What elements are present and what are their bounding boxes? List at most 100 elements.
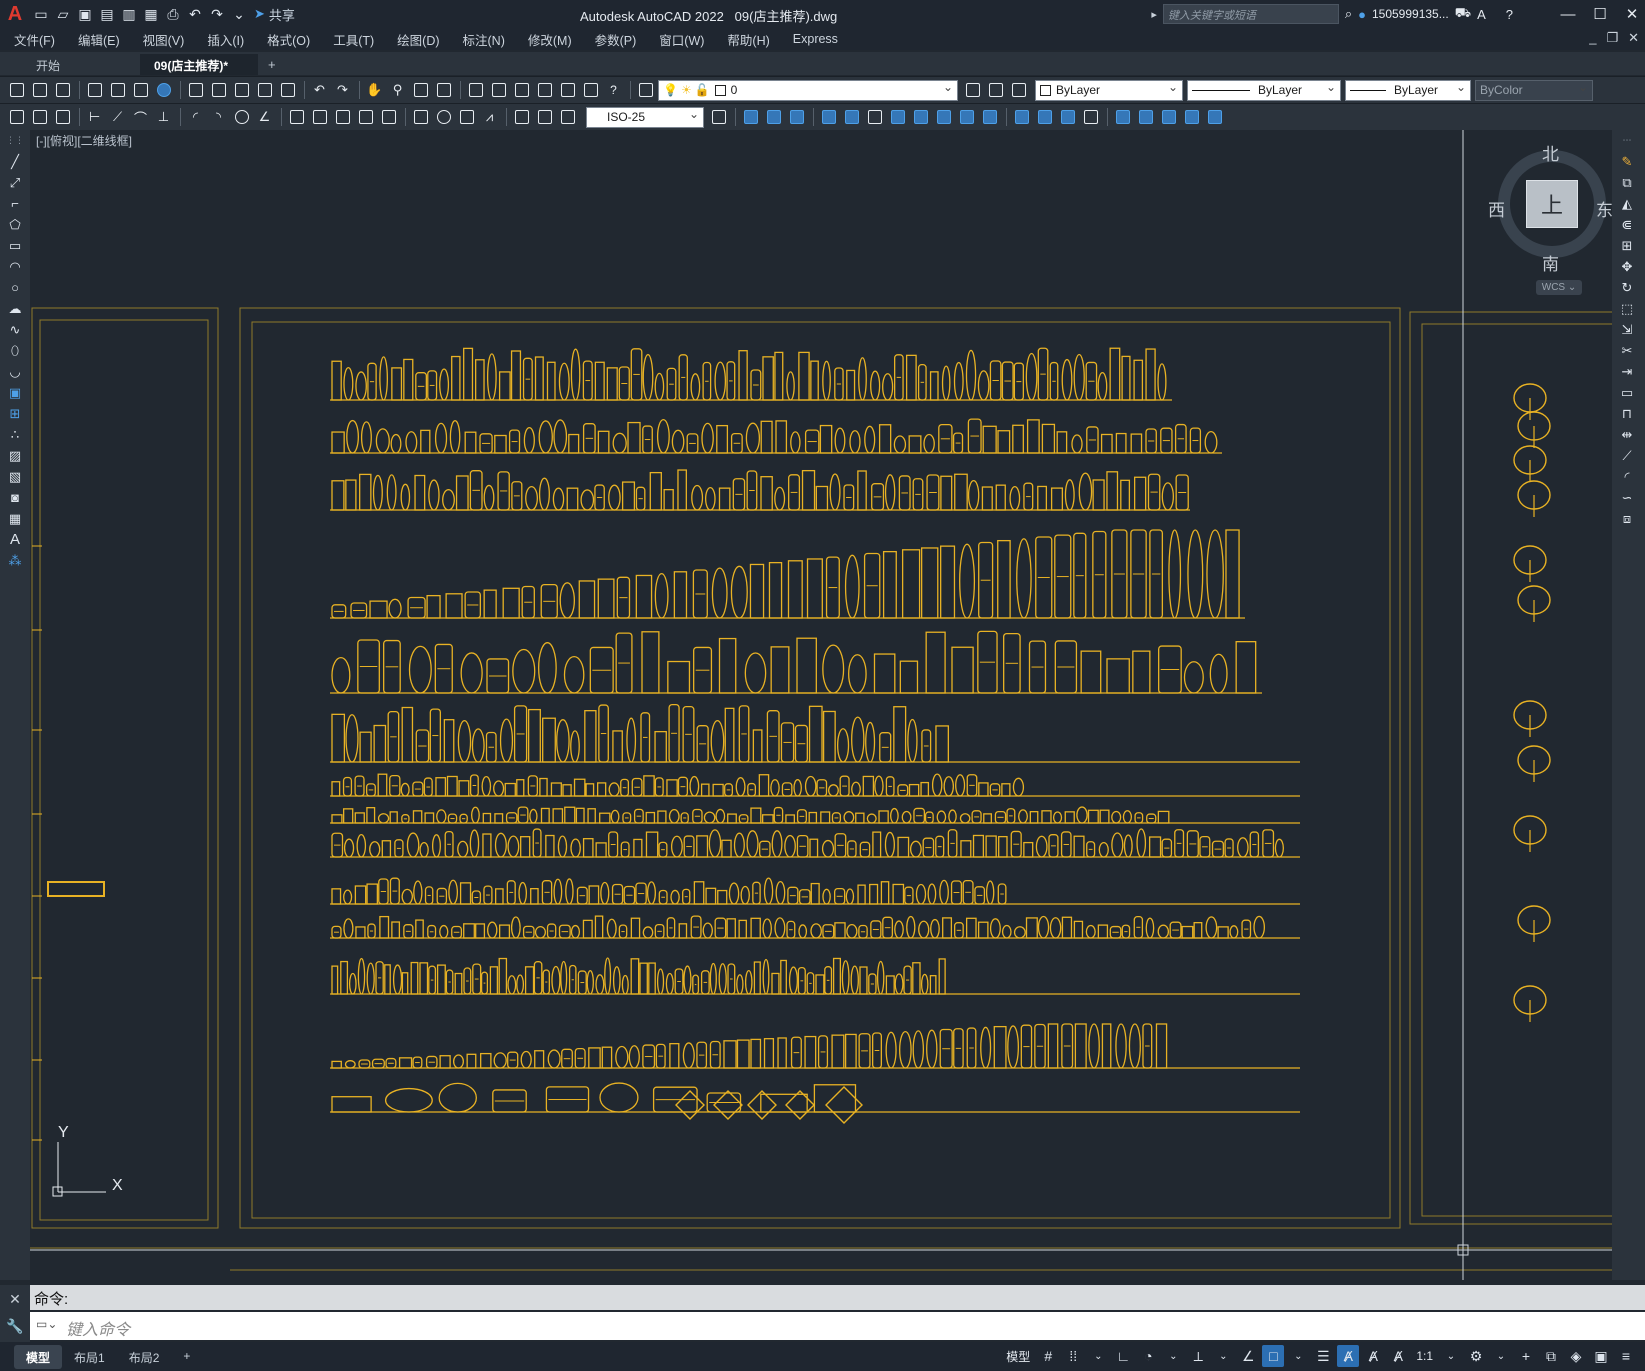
explode-icon[interactable]: ⧈	[1612, 508, 1642, 529]
annotation-visibility-icon[interactable]: Ⱥ	[1337, 1345, 1360, 1367]
command-line-handle[interactable]: ✕ 🔧	[0, 1285, 30, 1343]
dim-jogged-icon[interactable]: ◝	[208, 107, 229, 128]
save-as-icon[interactable]: ▤	[96, 4, 118, 24]
inspection-icon[interactable]	[456, 107, 477, 128]
3d-print-icon[interactable]	[153, 80, 174, 101]
user-icon[interactable]: ●	[1358, 7, 1366, 22]
chamfer-icon[interactable]: ⟋	[1612, 445, 1642, 466]
minimize-button[interactable]: —	[1555, 6, 1581, 23]
dim-space-icon[interactable]	[355, 107, 376, 128]
markup-icon[interactable]	[557, 80, 578, 101]
circle-icon[interactable]: ○	[0, 277, 30, 298]
rectangle-icon[interactable]: ▭	[0, 235, 30, 256]
menu-insert[interactable]: 插入(I)	[207, 30, 244, 49]
redo-icon[interactable]: ↷	[206, 4, 228, 24]
intersect-icon[interactable]	[933, 107, 954, 128]
plotstyle-select[interactable]: ByColor	[1475, 79, 1593, 101]
autocad-logo-icon[interactable]: A	[0, 0, 30, 28]
view-cube-face-top[interactable]: 上	[1526, 180, 1578, 228]
annotation-scale-menu-icon[interactable]: ⌄	[1440, 1345, 1462, 1367]
extrude-icon[interactable]	[818, 107, 839, 128]
union-icon[interactable]	[763, 107, 784, 128]
render-icon[interactable]	[1181, 107, 1202, 128]
maximize-button[interactable]: ☐	[1587, 5, 1613, 23]
command-input[interactable]: ▭⌄ 键入命令	[30, 1312, 1645, 1340]
polygon-icon[interactable]: ⬠	[0, 214, 30, 235]
toolbar-grip-icon[interactable]: ⋮⋮	[0, 130, 30, 151]
material-icon[interactable]	[1204, 107, 1225, 128]
dim-continue-icon[interactable]	[332, 107, 353, 128]
viewport-controls[interactable]: [-][俯视][二维线框]	[36, 132, 132, 149]
menu-express[interactable]: Express	[793, 32, 838, 46]
separate-icon[interactable]	[1080, 107, 1101, 128]
tab-document[interactable]: 09(店主推荐)* ✕	[140, 54, 258, 88]
quickcalc-icon[interactable]	[580, 80, 601, 101]
block-editor-icon[interactable]	[277, 80, 298, 101]
color-select[interactable]: ByLayer	[1035, 79, 1183, 101]
command-close-icon[interactable]: ✕	[0, 1291, 30, 1308]
blend-curves-icon[interactable]: ∽	[1612, 487, 1642, 508]
make-current-layer-icon[interactable]	[962, 80, 983, 101]
model-space-button[interactable]: 模型	[1002, 1348, 1034, 1365]
search-expand-icon[interactable]: ▸	[1151, 8, 1157, 21]
stretch-icon[interactable]: ⇲	[1612, 319, 1642, 340]
plus-icon[interactable]: +	[1515, 1345, 1537, 1367]
workspace-gear-icon[interactable]: ⚙	[1465, 1345, 1487, 1367]
layer-match-icon[interactable]	[1008, 80, 1029, 101]
publish-icon[interactable]	[130, 80, 151, 101]
dim-arc-icon[interactable]: ⌒	[130, 107, 151, 128]
copy-icon[interactable]	[208, 80, 229, 101]
clean-screen-icon[interactable]: ▣	[1590, 1345, 1612, 1367]
rotate-icon[interactable]: ↻	[1612, 277, 1642, 298]
mtext-icon[interactable]: A	[0, 529, 30, 550]
paste-icon[interactable]	[231, 80, 252, 101]
erase-icon[interactable]: ✎	[1612, 151, 1642, 172]
match-properties-icon[interactable]	[254, 80, 275, 101]
thicken-icon[interactable]	[979, 107, 1000, 128]
menu-file[interactable]: 文件(F)	[14, 30, 55, 49]
menu-help[interactable]: 帮助(H)	[727, 30, 769, 49]
revision-cloud-icon[interactable]: ☁	[0, 298, 30, 319]
tool-palettes-icon[interactable]	[511, 80, 532, 101]
save-toolbar-icon[interactable]	[52, 80, 73, 101]
tab-layout2[interactable]: 布局2	[117, 1345, 172, 1369]
polyline-icon[interactable]: ⌐	[0, 193, 30, 214]
redo-toolbar-icon[interactable]: ↷	[332, 80, 353, 101]
copy-object-icon[interactable]: ⧉	[1612, 172, 1642, 193]
isodraft-icon[interactable]: ⟂	[1187, 1345, 1209, 1367]
tab-start[interactable]: 开始	[0, 54, 140, 75]
dim-ordinate-icon[interactable]: ⊥	[153, 107, 174, 128]
lineweight-select[interactable]: ByLayer	[1345, 79, 1471, 101]
share-button[interactable]: ➤ 共享	[254, 5, 295, 24]
properties-icon[interactable]	[465, 80, 486, 101]
menu-parametric[interactable]: 参数(P)	[595, 30, 637, 49]
dim-text-edit-icon[interactable]	[534, 107, 555, 128]
zoom-previous-icon[interactable]	[433, 80, 454, 101]
layer-select[interactable]: 💡 ☀ 🔓 0	[658, 79, 958, 101]
chamfer-edge-icon[interactable]	[1057, 107, 1078, 128]
ucs-icon[interactable]	[1112, 107, 1133, 128]
join-icon[interactable]: ⇹	[1612, 424, 1642, 445]
design-center-icon[interactable]	[488, 80, 509, 101]
hatch-icon[interactable]: ▨	[0, 445, 30, 466]
layer-properties-icon[interactable]	[635, 80, 656, 101]
dim-update-icon[interactable]	[557, 107, 578, 128]
cart-icon[interactable]: ⛟	[1455, 5, 1471, 23]
save-block-icon[interactable]	[6, 107, 27, 128]
block-attribute-icon[interactable]	[29, 107, 50, 128]
hardware-acceleration-icon[interactable]: ◈	[1565, 1345, 1587, 1367]
tolerance-icon[interactable]	[410, 107, 431, 128]
break-icon[interactable]: ⊓	[1612, 403, 1642, 424]
slice-icon[interactable]	[956, 107, 977, 128]
compass-south[interactable]: 南	[1542, 250, 1559, 275]
layer-previous-icon[interactable]	[985, 80, 1006, 101]
modify-grip-icon[interactable]: ⋯	[1612, 130, 1642, 151]
insert-block-icon[interactable]: ▣	[0, 382, 30, 403]
snap-menu-icon[interactable]: ⌄	[1087, 1345, 1109, 1367]
visual-style-icon[interactable]	[1158, 107, 1179, 128]
ortho-icon[interactable]: ∟	[1112, 1345, 1134, 1367]
box-icon[interactable]	[740, 107, 761, 128]
ellipse-arc-icon[interactable]: ◡	[0, 361, 30, 382]
doc-close-icon[interactable]: ✕	[1628, 30, 1639, 46]
compass-north[interactable]: 北	[1542, 140, 1559, 165]
